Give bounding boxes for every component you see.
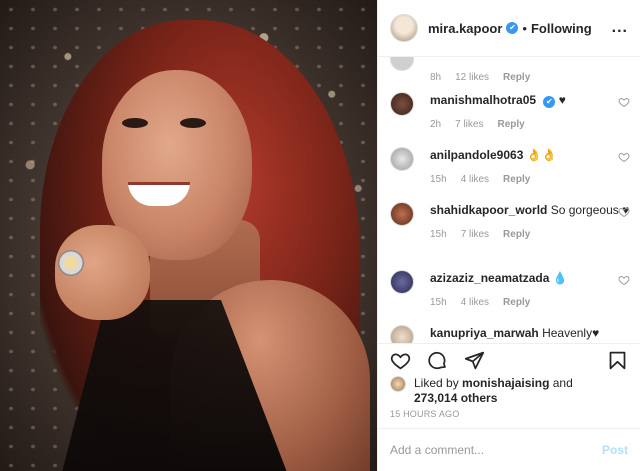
comments-list[interactable]: 8h 12 likes Reply manishmalhotra05 ✔ ♥ 2… <box>378 57 640 343</box>
commenter-username[interactable]: azizaziz_neamatzada <box>430 271 549 285</box>
reply-button[interactable]: Reply <box>503 70 530 86</box>
comment-item: kanupriya_marwah Heavenly♥ <box>390 325 632 343</box>
author-avatar[interactable] <box>390 14 418 42</box>
comment-time: 8h <box>430 72 442 83</box>
comment-item: azizaziz_neamatzada 💧 15h 4 likes Reply <box>390 270 632 311</box>
likes-count[interactable]: 273,014 others <box>414 391 497 405</box>
comment-item: anilpandole9063 👌👌 15h 4 likes Reply <box>390 147 632 188</box>
verified-badge-icon: ✔ <box>543 96 556 108</box>
commenter-username[interactable]: manishmalhotra05 <box>430 93 536 107</box>
comment-input[interactable] <box>390 443 602 457</box>
comment-text: ♥ <box>558 93 566 107</box>
like-comment-heart-icon[interactable] <box>618 151 630 163</box>
comment-time: 15h <box>430 297 447 308</box>
post-header: mira.kapoor ✔ • Following ... <box>378 0 640 57</box>
commenter-avatar[interactable] <box>390 92 414 116</box>
verified-badge-icon: ✔ <box>506 22 519 34</box>
commenter-avatar[interactable] <box>390 57 414 71</box>
likes-summary: Liked by monishajaising and 273,014 othe… <box>390 376 630 406</box>
post-photo[interactable] <box>0 0 377 471</box>
commenter-avatar[interactable] <box>390 325 414 343</box>
post-actions-bar <box>378 343 640 373</box>
right-eye <box>180 118 206 128</box>
comment-likes[interactable]: 4 likes <box>461 172 489 188</box>
like-comment-heart-icon[interactable] <box>618 206 630 218</box>
separator-dot: • <box>522 20 527 36</box>
comment-time: 2h <box>430 119 442 130</box>
comment-bubble-icon[interactable] <box>427 350 448 371</box>
like-heart-icon[interactable] <box>390 350 411 371</box>
following-button[interactable]: Following <box>531 21 592 36</box>
comment-likes[interactable]: 12 likes <box>455 70 489 86</box>
commenter-avatar[interactable] <box>390 147 414 171</box>
add-comment-bar: Post <box>378 428 640 471</box>
commenter-username[interactable]: kanupriya_marwah <box>430 326 539 340</box>
more-options-icon[interactable]: ... <box>612 19 628 37</box>
liked-by-label: Liked by <box>414 376 459 390</box>
author-username[interactable]: mira.kapoor <box>428 21 502 36</box>
comment-time: 15h <box>430 229 447 240</box>
reply-button[interactable]: Reply <box>503 172 530 188</box>
commenter-avatar[interactable] <box>390 202 414 226</box>
comment-likes[interactable]: 4 likes <box>461 295 489 311</box>
liker-username[interactable]: monishajaising <box>462 376 549 390</box>
commenter-username[interactable]: shahidkapoor_world <box>430 203 547 217</box>
post-comment-button[interactable]: Post <box>602 443 628 457</box>
reply-button[interactable]: Reply <box>503 295 530 311</box>
liker-avatar[interactable] <box>390 376 406 392</box>
likes-conjunction: and <box>552 376 573 390</box>
save-bookmark-icon[interactable] <box>607 350 628 371</box>
comment-text: 👌👌 <box>526 148 557 162</box>
comment-item: shahidkapoor_world So gorgeous ♥ 15h 7 l… <box>390 202 632 243</box>
share-paper-plane-icon[interactable] <box>464 350 485 371</box>
comment-item: manishmalhotra05 ✔ ♥ 2h 7 likes Reply <box>390 92 632 133</box>
reply-button[interactable]: Reply <box>503 227 530 243</box>
post-side-panel: mira.kapoor ✔ • Following ... 8h 12 like… <box>377 0 640 471</box>
left-eye <box>122 118 148 128</box>
comment-likes[interactable]: 7 likes <box>455 117 483 133</box>
like-comment-heart-icon[interactable] <box>618 96 630 108</box>
reply-button[interactable]: Reply <box>497 117 524 133</box>
comment-likes[interactable]: 7 likes <box>461 227 489 243</box>
comment-time: 15h <box>430 174 447 185</box>
commenter-username[interactable]: anilpandole9063 <box>430 148 523 162</box>
comment-item: 8h 12 likes Reply <box>390 57 632 86</box>
comment-text: 💧 <box>552 271 568 285</box>
commenter-avatar[interactable] <box>390 270 414 294</box>
comment-text: Heavenly♥ <box>542 326 600 340</box>
like-comment-heart-icon[interactable] <box>618 274 630 286</box>
post-timestamp[interactable]: 15 HOURS AGO <box>390 409 459 419</box>
ring <box>58 250 84 276</box>
